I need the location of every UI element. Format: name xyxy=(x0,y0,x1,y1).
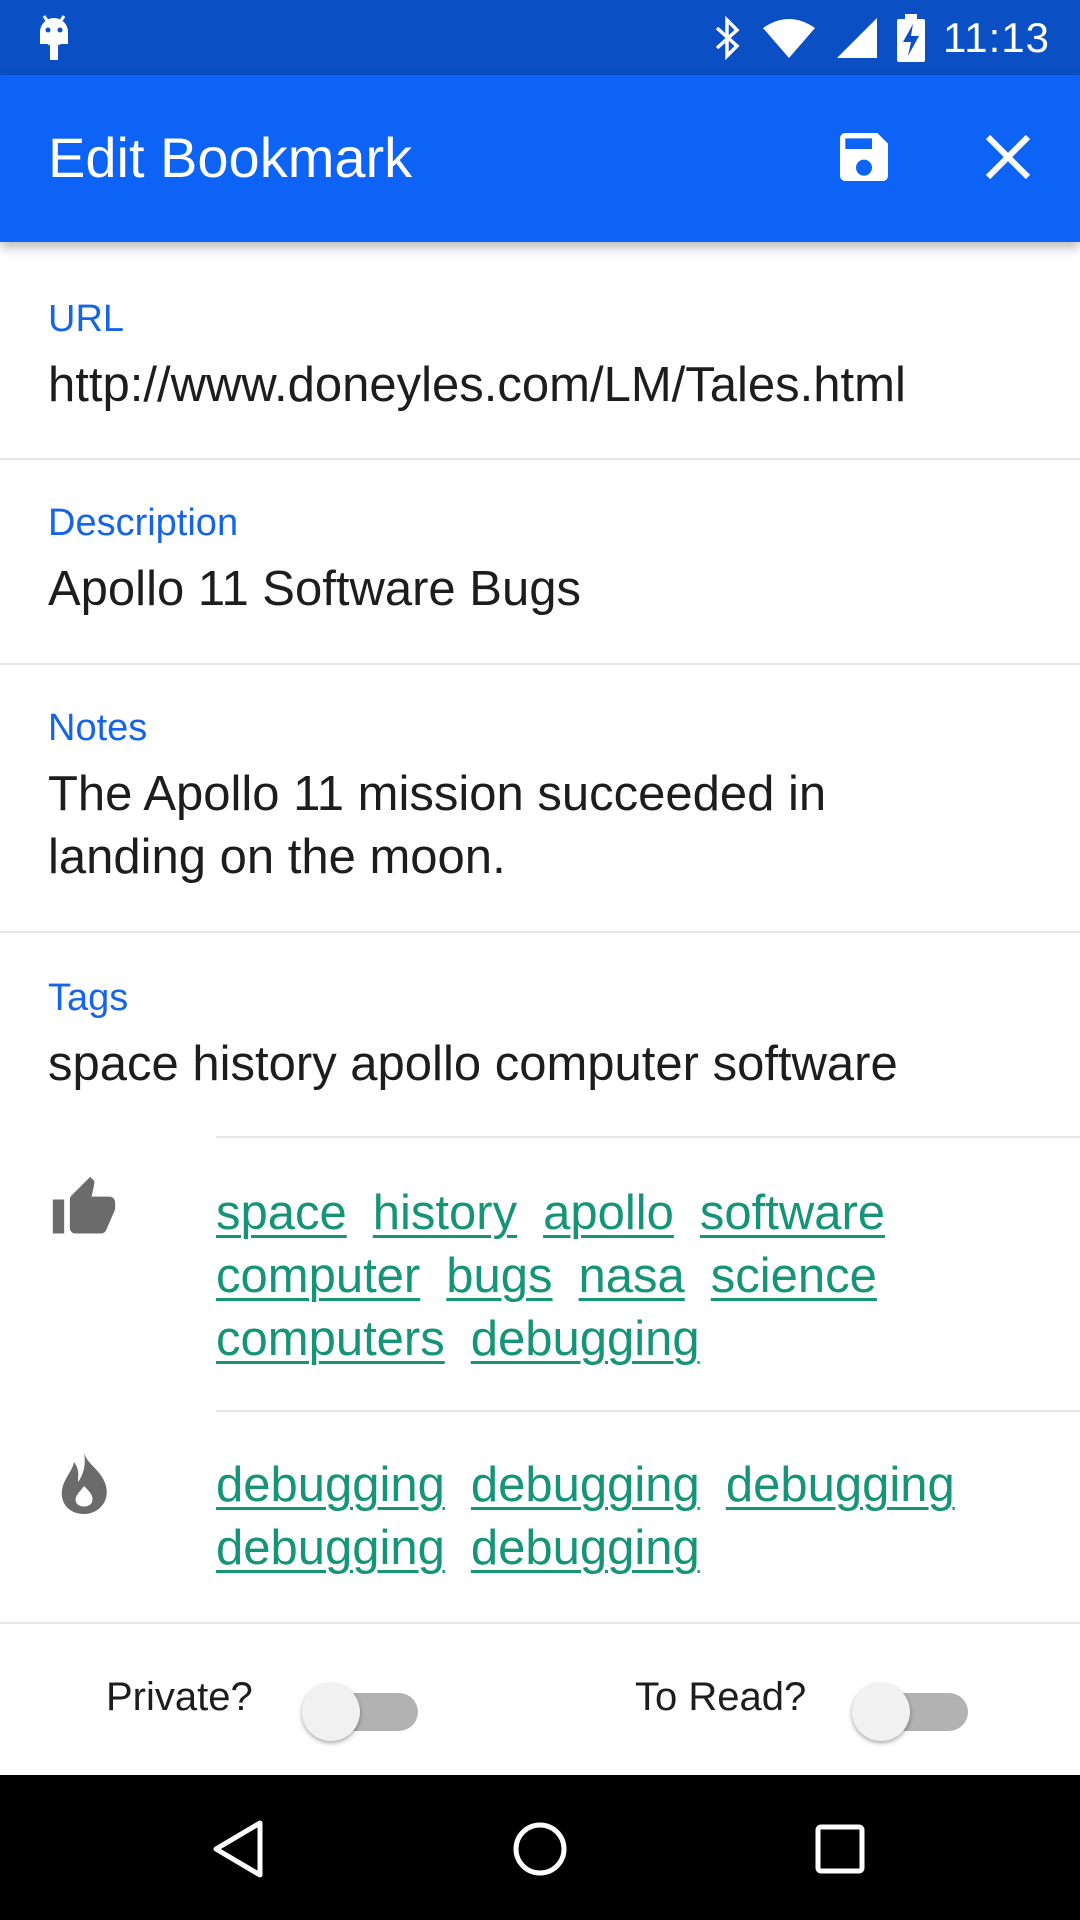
clock-time: 11:13 xyxy=(943,14,1050,61)
recents-icon[interactable] xyxy=(808,1817,872,1881)
battery-charging-icon xyxy=(897,14,925,62)
description-label: Description xyxy=(48,502,239,544)
private-switch[interactable] xyxy=(302,1679,418,1741)
thumbs-up-icon xyxy=(52,1176,116,1234)
tag-chip[interactable]: debugging xyxy=(471,1454,700,1517)
tag-chip[interactable]: debugging xyxy=(216,1454,445,1517)
switch-thumb xyxy=(302,1683,360,1741)
popular-tags-row: space history apollo software computer b… xyxy=(0,1138,1080,1410)
switch-thumb xyxy=(852,1683,910,1741)
url-label: URL xyxy=(48,298,125,340)
system-nav-bar xyxy=(0,1775,1080,1920)
url-field[interactable]: URL http://www.doneyles.com/LM/Tales.htm… xyxy=(0,242,1080,460)
tag-chip[interactable]: debugging xyxy=(471,1308,700,1371)
bluetooth-icon xyxy=(715,16,740,60)
tag-chip[interactable]: bugs xyxy=(446,1245,552,1308)
signal-icon xyxy=(837,18,877,58)
close-icon xyxy=(985,134,1031,180)
save-button[interactable] xyxy=(832,125,896,189)
notes-label: Notes xyxy=(48,707,148,749)
save-icon xyxy=(840,133,888,181)
tag-chip[interactable]: apollo xyxy=(543,1182,674,1245)
tag-chip[interactable]: space xyxy=(216,1182,347,1245)
tag-chip[interactable]: computer xyxy=(216,1245,420,1308)
back-icon[interactable] xyxy=(208,1817,272,1881)
android-debug-icon xyxy=(40,15,68,60)
close-button[interactable] xyxy=(980,129,1036,185)
recommended-tags-row: debugging debugging debugging debugging … xyxy=(0,1412,1080,1622)
divider xyxy=(0,1622,1080,1624)
status-bar: 11:13 xyxy=(0,0,1080,75)
tag-chip[interactable]: software xyxy=(700,1182,885,1245)
url-input[interactable]: http://www.doneyles.com/LM/Tales.html xyxy=(48,354,1040,417)
description-field[interactable]: Description Apollo 11 Software Bugs xyxy=(0,460,1080,665)
tag-chip[interactable]: history xyxy=(373,1182,517,1245)
tags-input[interactable]: space history apollo computer software xyxy=(48,1033,1040,1096)
description-input[interactable]: Apollo 11 Software Bugs xyxy=(48,558,1040,621)
tags-label: Tags xyxy=(48,977,129,1019)
flame-icon xyxy=(61,1452,107,1514)
tag-chip[interactable]: nasa xyxy=(579,1245,685,1308)
tag-chip[interactable]: science xyxy=(711,1245,877,1308)
to-read-label: To Read? xyxy=(635,1675,807,1719)
popular-tags-list: space history apollo software computer b… xyxy=(216,1182,1040,1371)
tags-field[interactable]: Tags space history apollo computer softw… xyxy=(0,933,1080,1137)
recommended-tags-list: debugging debugging debugging debugging … xyxy=(216,1454,1040,1580)
private-label: Private? xyxy=(106,1675,253,1719)
notes-input[interactable]: The Apollo 11 mission succeeded in landi… xyxy=(48,763,960,889)
page-title: Edit Bookmark xyxy=(48,126,413,189)
to-read-switch[interactable] xyxy=(852,1679,968,1741)
notes-field[interactable]: Notes The Apollo 11 mission succeeded in… xyxy=(0,665,1080,933)
home-icon[interactable] xyxy=(508,1817,572,1881)
status-icons: 11:13 xyxy=(713,10,1050,66)
toggle-row: Private? To Read? xyxy=(0,1625,1080,1775)
app-bar: Edit Bookmark xyxy=(0,75,1080,242)
wifi-icon xyxy=(763,19,815,58)
tag-chip[interactable]: computers xyxy=(216,1308,445,1371)
tag-chip[interactable]: debugging xyxy=(471,1517,700,1580)
tag-chip[interactable]: debugging xyxy=(726,1454,955,1517)
tag-chip[interactable]: debugging xyxy=(216,1517,445,1580)
